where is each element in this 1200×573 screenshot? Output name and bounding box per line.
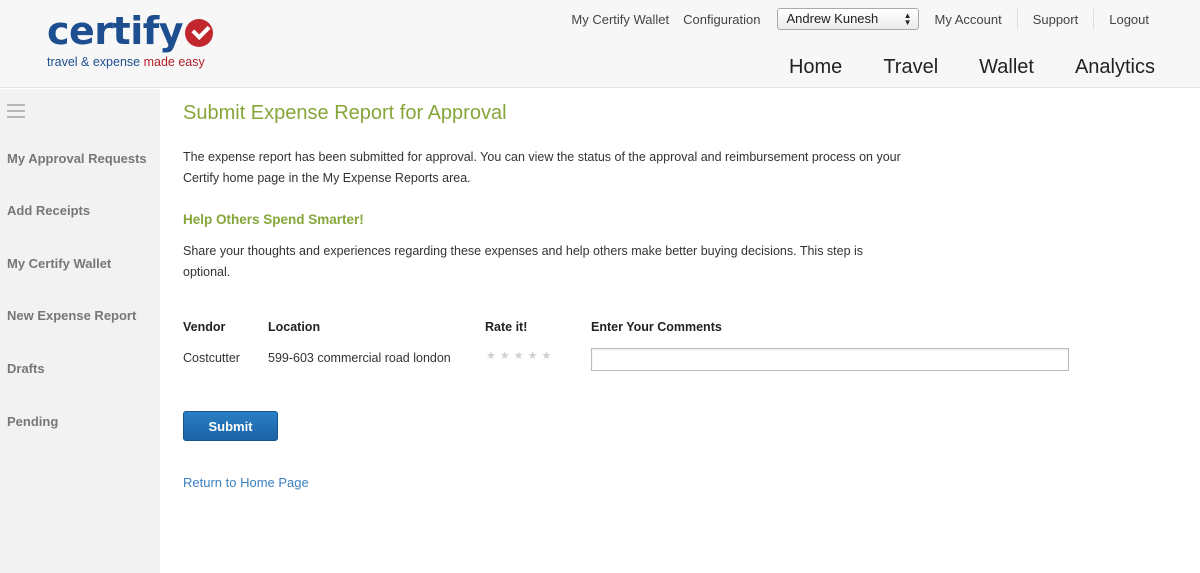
sidebar-item-certify-wallet[interactable]: My Certify Wallet [7,256,111,271]
tagline: travel & expense made easy [47,55,205,69]
utility-nav: My Certify Wallet Configuration Andrew K… [564,8,1156,30]
star-icon[interactable]: ★ [514,349,524,362]
submit-button[interactable]: Submit [183,411,278,441]
header-comments: Enter Your Comments [591,320,722,334]
sidebar-item-drafts[interactable]: Drafts [7,361,45,376]
support-link[interactable]: Support [1026,12,1086,27]
my-certify-wallet-link[interactable]: My Certify Wallet [564,12,676,27]
user-select[interactable]: Andrew Kunesh ▲ ▼ [777,8,920,30]
main-nav: Home Travel Wallet Analytics [748,56,1155,79]
checkmark-icon [185,19,214,47]
logout-link[interactable]: Logout [1102,12,1156,27]
certify-logo[interactable]: certify [47,8,214,54]
tagline-part1: travel & expense [47,55,144,69]
sidebar-item-pending[interactable]: Pending [7,414,58,429]
hamburger-icon[interactable] [7,104,25,122]
header-vendor: Vendor [183,320,226,334]
location-cell: 599-603 commercial road london [268,351,451,365]
select-arrows-icon: ▲ ▼ [903,11,912,27]
configuration-link[interactable]: Configuration [676,12,767,27]
sidebar-item-add-receipts[interactable]: Add Receipts [7,203,90,218]
share-text: Share your thoughts and experiences rega… [183,244,864,279]
tagline-part2: made easy [143,55,205,69]
sidebar-item-new-expense-report[interactable]: New Expense Report [7,308,136,323]
my-account-link[interactable]: My Account [927,12,1008,27]
section-subtitle: Help Others Spend Smarter! [183,212,364,227]
star-icon[interactable]: ★ [528,349,538,362]
nav-home[interactable]: Home [789,56,842,79]
header-rate: Rate it! [485,320,528,334]
star-icon[interactable]: ★ [486,349,496,362]
star-rating[interactable]: ★ ★ ★ ★ ★ [486,349,555,362]
return-home-link[interactable]: Return to Home Page [183,475,309,490]
nav-travel[interactable]: Travel [883,56,938,79]
vendor-cell: Costcutter [183,351,240,365]
header: certify travel & expense made easy My Ce… [0,0,1200,88]
header-location: Location [268,320,321,334]
star-icon[interactable]: ★ [542,349,552,362]
user-select-value: Andrew Kunesh [786,11,879,26]
nav-wallet[interactable]: Wallet [979,56,1034,79]
divider [1016,9,1018,29]
star-icon[interactable]: ★ [500,349,510,362]
divider [1093,9,1095,29]
nav-analytics[interactable]: Analytics [1075,56,1155,79]
page-title: Submit Expense Report for Approval [183,102,507,124]
sidebar: My Approval Requests Add Receipts My Cer… [0,89,160,573]
intro-text: The expense report has been submitted fo… [183,150,901,185]
sidebar-item-approval-requests[interactable]: My Approval Requests [7,151,147,166]
comment-input[interactable] [591,348,1069,371]
logo-wordmark: certify [47,9,184,53]
